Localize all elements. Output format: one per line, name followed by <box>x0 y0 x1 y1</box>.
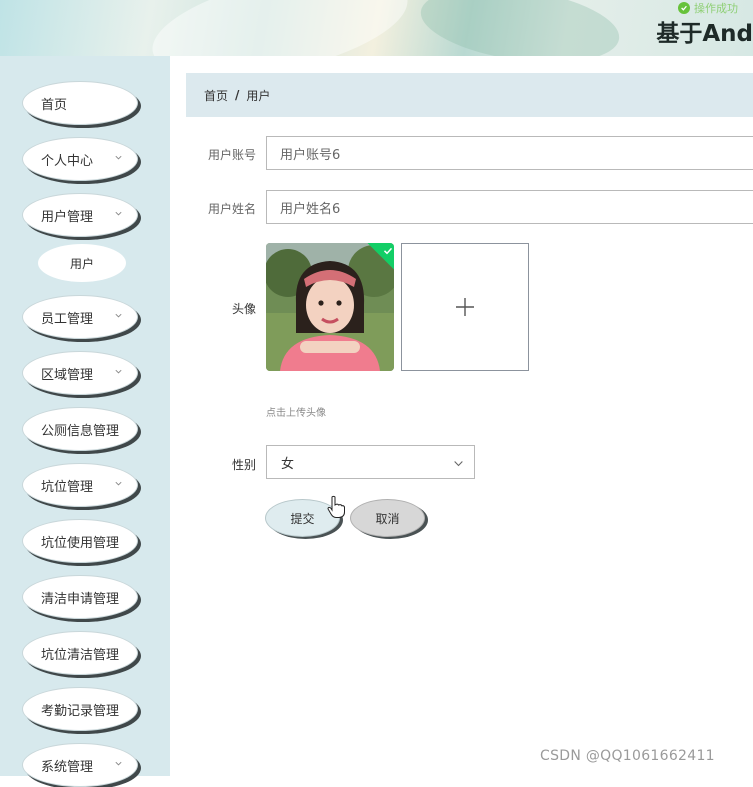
account-field[interactable]: 用户账号6 <box>266 136 753 170</box>
success-toast: 操作成功 <box>678 1 738 15</box>
avatar-thumbnail[interactable] <box>266 243 394 371</box>
sidebar-item-area-management[interactable]: 区域管理 <box>22 351 138 395</box>
gender-select[interactable]: 女 <box>266 445 475 479</box>
hand-pointer-icon <box>327 495 345 518</box>
chevron-down-icon <box>115 155 122 160</box>
sidebar-item-label: 坑位使用管理 <box>41 535 120 551</box>
sidebar-item-label: 考勤记录管理 <box>41 703 120 719</box>
account-field-value: 用户账号6 <box>280 147 341 163</box>
sidebar-item-label: 首页 <box>41 97 68 113</box>
name-label: 用户姓名 <box>207 202 256 216</box>
sidebar-item-cleaning-request-management[interactable]: 清洁申请管理 <box>22 575 138 619</box>
breadcrumb: 首页 / 用户 <box>186 73 753 117</box>
sidebar-item-toilet-info-management[interactable]: 公厕信息管理 <box>22 407 138 451</box>
account-label: 用户账号 <box>207 148 256 162</box>
sidebar-item-personal-center[interactable]: 个人中心 <box>22 137 138 181</box>
chevron-down-icon <box>115 313 122 318</box>
sidebar-item-system-management[interactable]: 系统管理 <box>22 743 138 787</box>
sidebar-item-label: 坑位清洁管理 <box>41 647 120 663</box>
gender-label: 性别 <box>231 458 256 472</box>
sidebar-item-stall-cleaning-management[interactable]: 坑位清洁管理 <box>22 631 138 675</box>
sidebar-item-label: 公厕信息管理 <box>41 423 120 439</box>
avatar-label: 头像 <box>231 302 256 316</box>
sidebar-item-label: 坑位管理 <box>41 479 94 495</box>
avatar-upload-tip: 点击上传头像 <box>266 408 326 419</box>
check-circle-icon <box>678 2 690 14</box>
sidebar-item-label: 用户管理 <box>41 209 94 225</box>
plus-icon <box>456 298 474 316</box>
sidebar-subitem-user[interactable]: 用户 <box>38 244 126 282</box>
avatar-photo <box>266 243 394 371</box>
name-field-value: 用户姓名6 <box>280 201 341 217</box>
avatar-upload-button[interactable] <box>401 243 529 371</box>
cancel-button-label: 取消 <box>375 511 400 526</box>
sidebar-item-stall-management[interactable]: 坑位管理 <box>22 463 138 507</box>
watermark: CSDN @QQ1061662411 <box>540 748 715 764</box>
sidebar-item-user-management[interactable]: 用户管理 <box>22 193 138 237</box>
top-header: 操作成功 基于And <box>0 0 753 56</box>
sidebar: 首页 个人中心 用户管理 用户 员工管理 区域管理 公厕信息管理 坑位管理 坑位… <box>0 56 170 787</box>
sidebar-item-employee-management[interactable]: 员工管理 <box>22 295 138 339</box>
header-background-decoration <box>143 0 417 56</box>
breadcrumb-home[interactable]: 首页 <box>204 87 228 104</box>
sidebar-item-home[interactable]: 首页 <box>22 81 138 125</box>
submit-button-label: 提交 <box>290 511 315 526</box>
cancel-button[interactable]: 取消 <box>350 499 425 537</box>
chevron-down-icon <box>115 211 122 216</box>
chevron-down-icon <box>115 369 122 374</box>
sidebar-subitem-label: 用户 <box>69 256 94 271</box>
check-icon <box>383 247 393 255</box>
chevron-down-icon <box>115 481 122 486</box>
sidebar-item-label: 清洁申请管理 <box>41 591 120 607</box>
header-background-decoration <box>416 0 624 56</box>
app-title: 基于And <box>656 21 753 47</box>
breadcrumb-current: 用户 <box>246 88 271 103</box>
gender-select-value: 女 <box>281 456 295 472</box>
sidebar-item-stall-usage-management[interactable]: 坑位使用管理 <box>22 519 138 563</box>
sidebar-item-label: 区域管理 <box>41 367 94 383</box>
breadcrumb-separator: / <box>235 88 240 102</box>
sidebar-item-label: 个人中心 <box>41 153 94 169</box>
sidebar-item-label: 员工管理 <box>41 311 94 327</box>
sidebar-item-attendance-management[interactable]: 考勤记录管理 <box>22 687 138 731</box>
chevron-down-icon <box>454 461 463 467</box>
sidebar-item-label: 系统管理 <box>41 759 94 775</box>
chevron-down-icon <box>115 761 122 766</box>
name-field[interactable]: 用户姓名6 <box>266 190 753 224</box>
